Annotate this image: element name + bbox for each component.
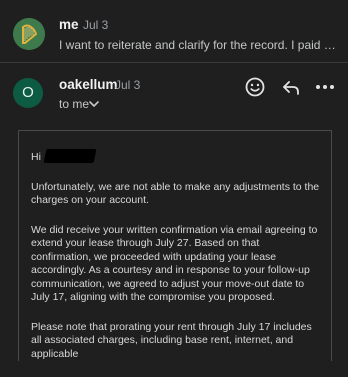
greeting-line: Hi xyxy=(31,149,321,165)
greeting: Hi xyxy=(31,151,41,163)
body-paragraph: Please note that prorating your rent thr… xyxy=(31,320,312,360)
chevron-down-icon[interactable] xyxy=(88,98,100,110)
message-snippet: I want to reiterate and clarify for the … xyxy=(59,38,341,52)
message-date: Jul 3 xyxy=(83,18,109,32)
sender-name[interactable]: oakellum xyxy=(59,77,118,92)
sender-name: me xyxy=(59,17,79,32)
message-date: Jul 3 xyxy=(115,78,141,92)
sender-avatar[interactable]: O xyxy=(13,78,43,108)
body-paragraph: We did receive your written confirmation… xyxy=(31,223,318,304)
collapsed-message[interactable]: me Jul 3 I want to reiterate and clarify… xyxy=(0,0,348,63)
reply-arrow-icon[interactable] xyxy=(279,75,303,99)
recipient-label[interactable]: to me xyxy=(59,97,89,111)
more-dots-icon[interactable] xyxy=(313,75,337,99)
body-paragraph: Unfortunately, we are not able to make a… xyxy=(31,180,320,207)
redaction-mark xyxy=(43,149,97,163)
harp-avatar xyxy=(13,18,45,50)
smiley-face-icon[interactable] xyxy=(243,75,267,99)
email-body: Hi Unfortunately, we are not able to mak… xyxy=(18,130,332,361)
harp-icon xyxy=(13,18,45,50)
